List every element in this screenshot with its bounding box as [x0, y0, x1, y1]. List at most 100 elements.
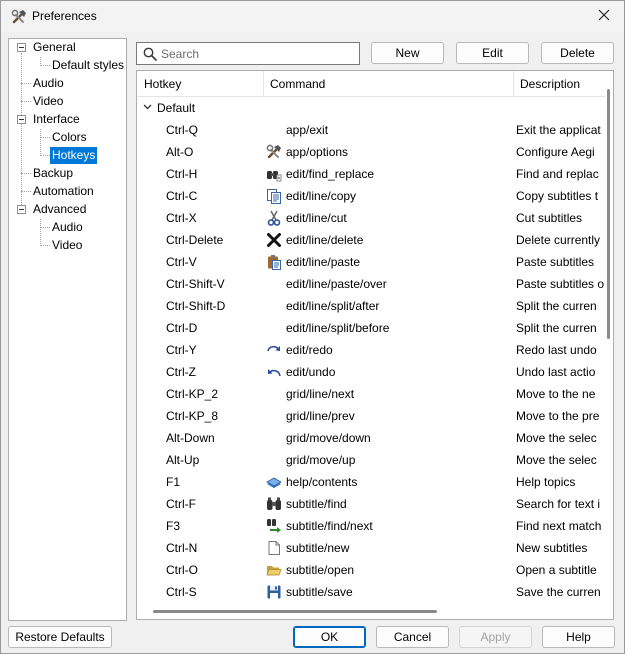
- hotkey-cell[interactable]: Ctrl-Z: [166, 361, 261, 383]
- hotkey-cell[interactable]: Ctrl-Q: [166, 119, 261, 141]
- tree-item-automation[interactable]: Automation: [31, 183, 96, 200]
- description-cell[interactable]: Delete currently: [516, 229, 605, 251]
- tree-item-colors[interactable]: Colors: [50, 129, 89, 146]
- command-cell[interactable]: edit/line/split/after: [286, 295, 512, 317]
- apply-button[interactable]: Apply: [459, 626, 532, 648]
- collapse-interface-icon[interactable]: [17, 115, 26, 124]
- table-row[interactable]: Ctrl-D edit/line/split/before Split the cu…: [137, 317, 605, 339]
- hotkey-cell[interactable]: Ctrl-F: [166, 493, 261, 515]
- table-row[interactable]: Ctrl-N subtitle/new New subtitles: [137, 537, 605, 559]
- command-cell[interactable]: grid/move/down: [286, 427, 512, 449]
- hotkey-cell[interactable]: Ctrl-O: [166, 559, 261, 581]
- command-cell[interactable]: grid/line/next: [286, 383, 512, 405]
- table-row[interactable]: Ctrl-C edit/line/copy Copy subtitles t: [137, 185, 605, 207]
- chevron-down-icon[interactable]: [143, 104, 152, 110]
- description-cell[interactable]: Paste subtitles o: [516, 273, 605, 295]
- table-row[interactable]: F1 help/contents Help topics: [137, 471, 605, 493]
- description-cell[interactable]: Search for text i: [516, 493, 605, 515]
- table-row[interactable]: Alt-Up grid/move/up Move the selec: [137, 449, 605, 471]
- command-cell[interactable]: edit/find_replace: [286, 163, 512, 185]
- description-cell[interactable]: Move the selec: [516, 427, 605, 449]
- table-row[interactable]: Ctrl-Z edit/undo Undo last actio: [137, 361, 605, 383]
- description-cell[interactable]: Open a subtitle: [516, 559, 605, 581]
- hotkey-cell[interactable]: Ctrl-V: [166, 251, 261, 273]
- tree-item-video[interactable]: Video: [31, 93, 65, 110]
- description-cell[interactable]: Move to the ne: [516, 383, 605, 405]
- table-row[interactable]: Ctrl-Q app/exit Exit the applicat: [137, 119, 605, 141]
- hotkey-cell[interactable]: Ctrl-KP_8: [166, 405, 261, 427]
- command-cell[interactable]: subtitle/find: [286, 493, 512, 515]
- command-cell[interactable]: edit/line/split/before: [286, 317, 512, 339]
- tree-item-backup[interactable]: Backup: [31, 165, 75, 182]
- ok-button[interactable]: OK: [293, 626, 366, 648]
- command-cell[interactable]: grid/line/prev: [286, 405, 512, 427]
- command-cell[interactable]: edit/undo: [286, 361, 512, 383]
- close-button[interactable]: [590, 3, 620, 29]
- table-row[interactable]: Ctrl-KP_8 grid/line/prev Move to the pre: [137, 405, 605, 427]
- description-cell[interactable]: Exit the applicat: [516, 119, 605, 141]
- horizontal-scroll-thumb[interactable]: [153, 610, 437, 613]
- hotkey-cell[interactable]: Ctrl-KP_2: [166, 383, 261, 405]
- description-cell[interactable]: Find and replac: [516, 163, 605, 185]
- description-cell[interactable]: Redo last undo: [516, 339, 605, 361]
- hotkey-cell[interactable]: Ctrl-N: [166, 537, 261, 559]
- vertical-scrollbar[interactable]: [605, 71, 613, 602]
- column-header-command[interactable]: Command: [263, 71, 513, 97]
- category-tree[interactable]: General Default styles Audio Video Inter…: [8, 38, 127, 621]
- hotkey-cell[interactable]: Ctrl-X: [166, 207, 261, 229]
- command-cell[interactable]: subtitle/open: [286, 559, 512, 581]
- hotkey-cell[interactable]: Ctrl-Shift-D: [166, 295, 261, 317]
- group-row-default[interactable]: Default: [137, 97, 605, 119]
- command-cell[interactable]: subtitle/save: [286, 581, 512, 602]
- tree-item-advanced-audio[interactable]: Audio: [50, 219, 85, 236]
- vertical-scroll-thumb[interactable]: [607, 89, 610, 339]
- description-cell[interactable]: Paste subtitles: [516, 251, 605, 273]
- command-cell[interactable]: edit/line/paste/over: [286, 273, 512, 295]
- command-cell[interactable]: edit/redo: [286, 339, 512, 361]
- description-cell[interactable]: Split the curren: [516, 317, 605, 339]
- edit-button[interactable]: Edit: [456, 42, 529, 64]
- description-cell[interactable]: Cut subtitles: [516, 207, 605, 229]
- table-row[interactable]: Ctrl-V edit/line/paste Paste subtitles: [137, 251, 605, 273]
- command-cell[interactable]: edit/line/cut: [286, 207, 512, 229]
- hotkey-cell[interactable]: Alt-Down: [166, 427, 261, 449]
- delete-button[interactable]: Delete: [541, 42, 614, 64]
- description-cell[interactable]: Split the curren: [516, 295, 605, 317]
- horizontal-scrollbar[interactable]: [137, 602, 605, 619]
- hotkey-list[interactable]: Hotkey Command Description Default Ctrl-…: [136, 70, 614, 620]
- title-bar[interactable]: Preferences: [1, 1, 624, 32]
- description-cell[interactable]: Copy subtitles t: [516, 185, 605, 207]
- tree-item-interface[interactable]: Interface: [31, 111, 82, 128]
- command-cell[interactable]: edit/line/delete: [286, 229, 512, 251]
- description-cell[interactable]: Configure Aegi: [516, 141, 605, 163]
- hotkey-cell[interactable]: Ctrl-C: [166, 185, 261, 207]
- table-row[interactable]: Ctrl-X edit/line/cut Cut subtitles: [137, 207, 605, 229]
- tree-item-default-styles[interactable]: Default styles: [50, 57, 126, 74]
- hotkey-cell[interactable]: Ctrl-S: [166, 581, 261, 602]
- command-cell[interactable]: edit/line/copy: [286, 185, 512, 207]
- table-row[interactable]: Alt-Down grid/move/down Move the selec: [137, 427, 605, 449]
- command-cell[interactable]: subtitle/find/next: [286, 515, 512, 537]
- table-row[interactable]: Ctrl-F subtitle/find Search for text i: [137, 493, 605, 515]
- table-row[interactable]: Ctrl-Shift-D edit/line/split/after Split t…: [137, 295, 605, 317]
- description-cell[interactable]: Help topics: [516, 471, 605, 493]
- hotkey-cell[interactable]: Ctrl-D: [166, 317, 261, 339]
- tree-item-advanced-video[interactable]: Video: [50, 237, 84, 254]
- description-cell[interactable]: Save the curren: [516, 581, 605, 602]
- hotkey-cell[interactable]: Ctrl-H: [166, 163, 261, 185]
- hotkey-cell[interactable]: Alt-O: [166, 141, 261, 163]
- help-button[interactable]: Help: [542, 626, 615, 648]
- description-cell[interactable]: Undo last actio: [516, 361, 605, 383]
- column-header-description[interactable]: Description: [513, 71, 605, 97]
- hotkey-cell[interactable]: Ctrl-Shift-V: [166, 273, 261, 295]
- description-cell[interactable]: New subtitles: [516, 537, 605, 559]
- table-row[interactable]: F3 subtitle/find/next Find next match: [137, 515, 605, 537]
- command-cell[interactable]: app/options: [286, 141, 512, 163]
- table-row[interactable]: Ctrl-KP_2 grid/line/next Move to the ne: [137, 383, 605, 405]
- command-cell[interactable]: subtitle/new: [286, 537, 512, 559]
- table-row[interactable]: Ctrl-Delete edit/line/delete Delete curren…: [137, 229, 605, 251]
- table-row[interactable]: Ctrl-Y edit/redo Redo last undo: [137, 339, 605, 361]
- tree-item-audio[interactable]: Audio: [31, 75, 66, 92]
- table-row[interactable]: Ctrl-S subtitle/save Save the curren: [137, 581, 605, 602]
- new-button[interactable]: New: [371, 42, 444, 64]
